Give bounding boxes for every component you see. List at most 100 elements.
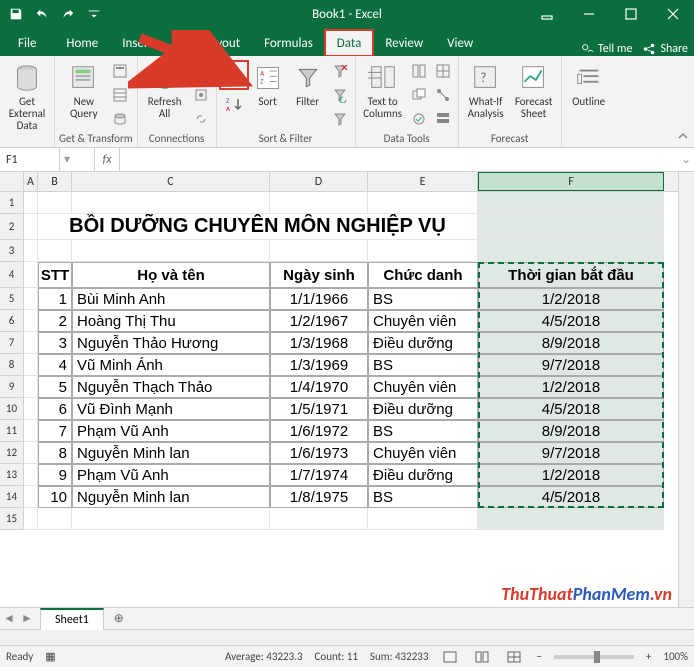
row-header[interactable]: 12 [0, 442, 24, 464]
cell-dob[interactable]: 1/8/1975 [270, 486, 368, 508]
name-box-dropdown[interactable]: ▾ [60, 152, 74, 167]
cell-stt[interactable]: 7 [38, 420, 72, 442]
cell-name[interactable]: Nguyễn Thảo Hương [72, 332, 270, 354]
cell-pos[interactable]: Điều dưỡng [368, 398, 478, 420]
save-button[interactable] [4, 2, 28, 26]
zoom-slider[interactable] [554, 655, 634, 659]
undo-button[interactable] [30, 2, 54, 26]
cell-start[interactable]: 8/9/2018 [478, 420, 664, 442]
recent-sources-button[interactable] [109, 108, 131, 130]
cell-pos[interactable]: Chuyên viên [368, 442, 478, 464]
zoom-level[interactable]: 100% [663, 650, 688, 663]
cell-start[interactable]: 4/5/2018 [478, 486, 664, 508]
insert-function-button[interactable]: fx [94, 148, 120, 171]
redo-button[interactable] [56, 2, 80, 26]
sort-descending-button[interactable]: ZA [221, 92, 247, 118]
cell-pos[interactable]: Điều dưỡng [368, 464, 478, 486]
name-box[interactable]: F1 [0, 148, 60, 171]
sheet-nav-next[interactable]: ► [18, 611, 36, 626]
cell-dob[interactable]: 1/7/1974 [270, 464, 368, 486]
row-header[interactable]: 2 [0, 214, 24, 240]
tab-review[interactable]: Review [373, 30, 435, 56]
cell-stt[interactable]: 5 [38, 376, 72, 398]
close-button[interactable] [652, 0, 694, 28]
tab-formulas[interactable]: Formulas [252, 30, 325, 56]
reapply-button[interactable] [329, 84, 351, 106]
cell-dob[interactable]: 1/6/1972 [270, 420, 368, 442]
forecast-sheet-button[interactable]: Forecast Sheet [511, 58, 557, 120]
view-normal-button[interactable] [440, 649, 460, 665]
tab-view[interactable]: View [435, 30, 485, 56]
add-sheet-button[interactable]: ⊕ [108, 611, 130, 626]
tab-page-layout[interactable]: Page Layout [165, 30, 252, 56]
cell-dob[interactable]: 1/2/1967 [270, 310, 368, 332]
cell-pos[interactable]: Chuyên viên [368, 310, 478, 332]
cell-name[interactable]: Vũ Minh Ánh [72, 354, 270, 376]
cell-pos[interactable]: BS [368, 288, 478, 310]
connections-button[interactable] [190, 60, 212, 82]
properties-button[interactable] [190, 84, 212, 106]
col-header-d[interactable]: D [270, 172, 368, 191]
cell-name[interactable]: Hoàng Thị Thu [72, 310, 270, 332]
vertical-scrollbar[interactable] [678, 172, 694, 607]
col-header-c[interactable]: C [72, 172, 270, 191]
macro-record-icon[interactable]: ▦ [45, 650, 55, 663]
formula-input[interactable] [120, 148, 678, 171]
qat-customize[interactable] [82, 2, 106, 26]
tab-home[interactable]: Home [54, 30, 110, 56]
cell-stt[interactable]: 9 [38, 464, 72, 486]
consolidate-button[interactable] [432, 60, 454, 82]
cell-stt[interactable]: 8 [38, 442, 72, 464]
sheet-nav-prev[interactable]: ◄ [0, 611, 18, 626]
cell-stt[interactable]: 3 [38, 332, 72, 354]
cell-name[interactable]: Nguyễn Thạch Thảo [72, 376, 270, 398]
relationships-button[interactable] [432, 84, 454, 106]
cell-name[interactable]: Nguyễn Minh lan [72, 442, 270, 464]
cell-stt[interactable]: 2 [38, 310, 72, 332]
cell-pos[interactable]: BS [368, 420, 478, 442]
show-queries-button[interactable] [109, 60, 131, 82]
sort-button[interactable]: AZ Sort [249, 58, 287, 108]
cell-stt[interactable]: 1 [38, 288, 72, 310]
cell-stt[interactable]: 6 [38, 398, 72, 420]
cell-pos[interactable]: BS [368, 486, 478, 508]
th-dob[interactable]: Ngày sinh [270, 262, 368, 288]
tab-file[interactable]: File [0, 30, 54, 56]
cell-name[interactable]: Bùi Minh Anh [72, 288, 270, 310]
collapse-ribbon-button[interactable] [676, 129, 692, 145]
minimize-button[interactable] [568, 0, 610, 28]
manage-data-model-button[interactable] [432, 108, 454, 130]
cell-start[interactable]: 1/2/2018 [478, 464, 664, 486]
col-header-e[interactable]: E [368, 172, 478, 191]
cell-name[interactable]: Phạm Vũ Anh [72, 420, 270, 442]
new-query-button[interactable]: New Query [61, 58, 107, 120]
cell-start[interactable]: 9/7/2018 [478, 442, 664, 464]
flash-fill-button[interactable] [408, 60, 430, 82]
cell-dob[interactable]: 1/3/1968 [270, 332, 368, 354]
row-header[interactable]: 10 [0, 398, 24, 420]
col-header-b[interactable]: B [38, 172, 72, 191]
worksheet-grid[interactable]: A B C D E F 1 2 3 4 5 6 7 8 9 10 11 12 1… [0, 172, 694, 607]
col-header-f[interactable]: F [478, 172, 664, 191]
row-header[interactable]: 3 [0, 240, 24, 262]
th-start[interactable]: Thời gian bắt đầu [478, 262, 664, 288]
cell-name[interactable]: Phạm Vũ Anh [72, 464, 270, 486]
cell-start[interactable]: 4/5/2018 [478, 310, 664, 332]
sort-ascending-button[interactable]: AZ [221, 62, 247, 88]
select-all-corner[interactable] [0, 172, 24, 191]
maximize-button[interactable] [610, 0, 652, 28]
filter-button[interactable]: Filter [289, 58, 327, 108]
cell-dob[interactable]: 1/4/1970 [270, 376, 368, 398]
horizontal-scrollbar[interactable] [0, 629, 694, 645]
cell-pos[interactable]: Điều dưỡng [368, 332, 478, 354]
get-external-data-button[interactable]: Get External Data [4, 58, 50, 132]
outline-button[interactable]: Outline [566, 58, 612, 108]
edit-links-button[interactable] [190, 108, 212, 130]
col-header-a[interactable]: A [24, 172, 38, 191]
clear-filter-button[interactable] [329, 60, 351, 82]
cell-name[interactable]: Nguyễn Minh lan [72, 486, 270, 508]
expand-formula-bar[interactable]: ⌄ [678, 152, 694, 167]
cell-start[interactable]: 4/5/2018 [478, 398, 664, 420]
cell-dob[interactable]: 1/6/1973 [270, 442, 368, 464]
text-to-columns-button[interactable]: Text to Columns [360, 58, 406, 120]
